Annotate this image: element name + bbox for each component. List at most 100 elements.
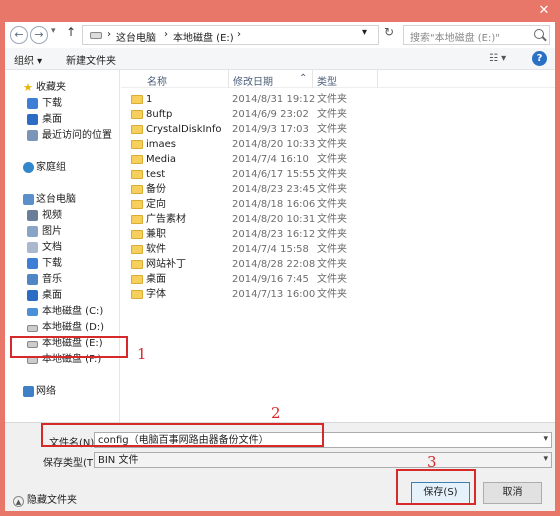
file-type: 文件夹: [317, 94, 347, 105]
file-date: 2014/9/16 7:45: [232, 274, 309, 285]
file-date: 2014/7/4 16:10: [232, 154, 309, 165]
file-name: imaes: [146, 139, 177, 150]
file-date: 2014/8/23 23:45: [232, 184, 316, 195]
column-divider[interactable]: [312, 70, 313, 88]
sidebar-this-pc[interactable]: 这台电脑: [5, 192, 120, 207]
homegroup-icon: [23, 162, 34, 173]
sidebar-favorites[interactable]: ★ 收藏夹: [5, 80, 120, 95]
sidebar-item-desktop[interactable]: 桌面: [5, 112, 120, 127]
file-row[interactable]: 桌面 2014/9/16 7:45 文件夹: [126, 272, 406, 287]
sidebar-item-drive-c[interactable]: 本地磁盘 (C:): [5, 304, 120, 319]
new-folder-button[interactable]: 新建文件夹: [66, 52, 116, 67]
breadcrumb-this-pc[interactable]: 这台电脑: [116, 29, 156, 44]
navigation-bar: ← → ▾ ↑ › 这台电脑 › 本地磁盘 (E:) › ▾ ↻ 搜索"本地磁盘…: [5, 22, 555, 48]
breadcrumb-sep-icon: ›: [237, 29, 241, 40]
folder-icon: [131, 245, 143, 254]
folder-icon: [131, 95, 143, 104]
recent-dropdown-icon[interactable]: ▾: [51, 26, 56, 36]
download-icon: [27, 98, 38, 109]
file-date: 2014/8/23 16:12: [232, 229, 316, 240]
chevron-up-icon: ▲: [13, 496, 24, 507]
file-row[interactable]: CrystalDiskInfo 2014/9/3 17:03 文件夹: [126, 122, 406, 137]
sidebar-item-videos[interactable]: 视频: [5, 208, 120, 223]
file-row[interactable]: 软件 2014/7/4 15:58 文件夹: [126, 242, 406, 257]
file-type: 文件夹: [317, 214, 347, 225]
search-input[interactable]: 搜索"本地磁盘 (E:)": [403, 25, 550, 45]
file-name: CrystalDiskInfo: [146, 124, 222, 135]
back-button[interactable]: ←: [10, 26, 28, 44]
file-row[interactable]: 广告素材 2014/8/20 10:31 文件夹: [126, 212, 406, 227]
breadcrumb-drive-e[interactable]: 本地磁盘 (E:): [173, 29, 234, 44]
file-type: 文件夹: [317, 139, 347, 150]
annotation-box-save: [396, 469, 476, 505]
folder-icon: [131, 215, 143, 224]
view-options-icon[interactable]: ☷ ▾: [489, 53, 506, 64]
sidebar-item-desktop-pc[interactable]: 桌面: [5, 288, 120, 303]
file-type: 文件夹: [317, 109, 347, 120]
annotation-box-filename: [41, 423, 324, 447]
column-divider[interactable]: [377, 70, 378, 88]
file-row[interactable]: test 2014/6/17 15:55 文件夹: [126, 167, 406, 182]
column-header-date[interactable]: 修改日期: [233, 73, 273, 88]
file-type: 文件夹: [317, 199, 347, 210]
folder-icon: [131, 230, 143, 239]
breadcrumb-sep-icon: ›: [164, 29, 168, 40]
file-name: 定向: [146, 199, 166, 210]
folder-icon: [131, 155, 143, 164]
file-row[interactable]: 8uftp 2014/6/9 23:02 文件夹: [126, 107, 406, 122]
search-icon[interactable]: [534, 29, 544, 39]
chevron-down-icon[interactable]: ▾: [543, 433, 548, 446]
column-header-name[interactable]: 名称: [147, 73, 167, 88]
up-button[interactable]: ↑: [66, 25, 76, 39]
file-date: 2014/8/20 10:33: [232, 139, 316, 150]
file-row[interactable]: 1 2014/8/31 19:12 文件夹: [126, 92, 406, 107]
chevron-down-icon[interactable]: ▾: [543, 453, 548, 466]
drive-icon: [27, 325, 38, 332]
file-date: 2014/8/18 16:06: [232, 199, 316, 210]
sidebar-item-recent[interactable]: 最近访问的位置: [5, 128, 120, 143]
close-icon[interactable]: ✕: [534, 2, 554, 20]
window-titlebar[interactable]: ✕: [0, 0, 560, 22]
organize-menu[interactable]: 组织 ▾: [14, 52, 42, 67]
file-row[interactable]: 备份 2014/8/23 23:45 文件夹: [126, 182, 406, 197]
column-header-type[interactable]: 类型: [317, 73, 337, 88]
file-row[interactable]: 兼职 2014/8/23 16:12 文件夹: [126, 227, 406, 242]
column-divider[interactable]: [228, 70, 229, 88]
folder-icon: [131, 200, 143, 209]
folder-icon: [131, 125, 143, 134]
annotation-number: 2: [271, 404, 281, 422]
sidebar-item-drive-d[interactable]: 本地磁盘 (D:): [5, 320, 120, 335]
drive-icon: [90, 32, 102, 39]
cancel-button[interactable]: 取消: [483, 482, 542, 504]
filetype-select[interactable]: BIN 文件 ▾: [94, 452, 552, 468]
address-dropdown-icon[interactable]: ▾: [362, 27, 367, 38]
file-row[interactable]: 网站补丁 2014/8/28 22:08 文件夹: [126, 257, 406, 272]
sidebar-item-documents[interactable]: 文档: [5, 240, 120, 255]
file-row[interactable]: 字体 2014/7/13 16:00 文件夹: [126, 287, 406, 302]
sidebar-item-music[interactable]: 音乐: [5, 272, 120, 287]
forward-button[interactable]: →: [30, 26, 48, 44]
desktop-icon: [27, 290, 38, 301]
file-row[interactable]: 定向 2014/8/18 16:06 文件夹: [126, 197, 406, 212]
help-icon[interactable]: ?: [532, 51, 547, 66]
file-name: 兼职: [146, 229, 166, 240]
sidebar-network[interactable]: 网络: [5, 384, 120, 399]
folder-icon: [131, 110, 143, 119]
file-row[interactable]: imaes 2014/8/20 10:33 文件夹: [126, 137, 406, 152]
hide-folders-toggle[interactable]: ▲ 隐藏文件夹: [13, 491, 77, 507]
sidebar-item-downloads-pc[interactable]: 下载: [5, 256, 120, 271]
sidebar-item-downloads[interactable]: 下载: [5, 96, 120, 111]
folder-icon: [131, 290, 143, 299]
computer-icon: [23, 194, 34, 205]
window-border-right: [555, 22, 560, 516]
file-row[interactable]: Media 2014/7/4 16:10 文件夹: [126, 152, 406, 167]
refresh-icon[interactable]: ↻: [384, 25, 394, 39]
file-type: 文件夹: [317, 154, 347, 165]
drive-icon: [27, 357, 38, 364]
sidebar-homegroup[interactable]: 家庭组: [5, 160, 120, 175]
sidebar-item-pictures[interactable]: 图片: [5, 224, 120, 239]
file-type: 文件夹: [317, 124, 347, 135]
file-date: 2014/8/20 10:31: [232, 214, 316, 225]
file-date: 2014/6/9 23:02: [232, 109, 309, 120]
address-bar[interactable]: › 这台电脑 › 本地磁盘 (E:) › ▾: [82, 25, 379, 45]
